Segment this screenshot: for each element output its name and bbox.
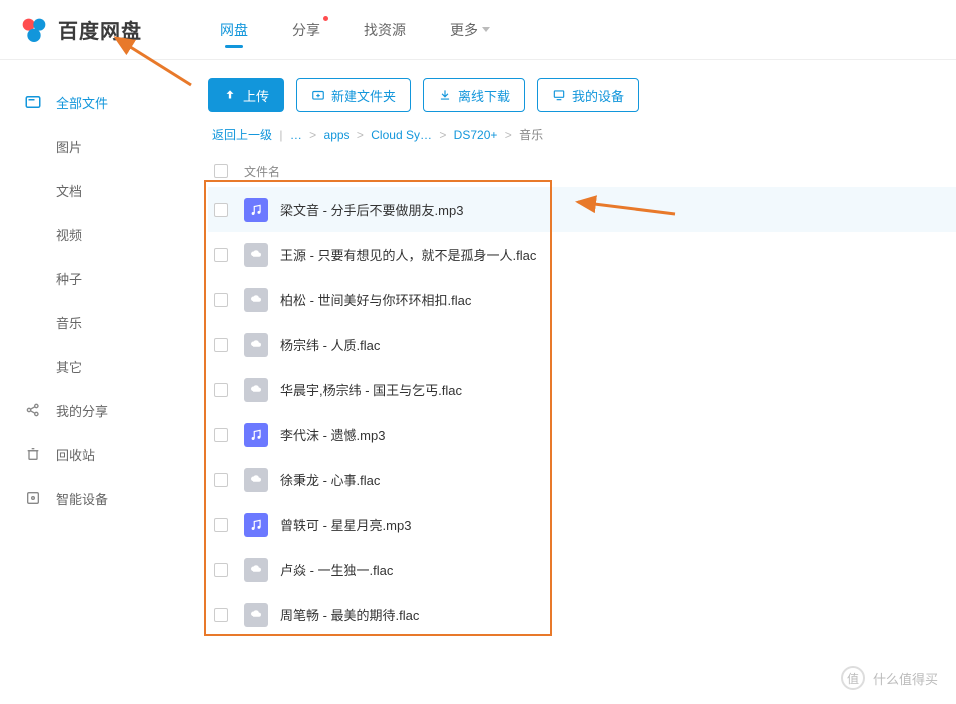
breadcrumb-current: 音乐 — [519, 128, 543, 142]
cloud-file-icon — [244, 333, 268, 357]
table-row[interactable]: 梁文音 - 分手后不要做朋友.mp3 — [208, 187, 956, 232]
trash-icon — [24, 445, 42, 463]
table-row[interactable]: 杨宗纬 - 人质.flac — [208, 322, 956, 367]
main-content: 上传 新建文件夹 离线下载 我的设备 返回上一级 | … > apps > Cl… — [198, 60, 956, 704]
sidebar-item-label: 全部文件 — [56, 93, 108, 112]
brand-name: 百度网盘 — [58, 15, 142, 44]
sidebar-item-recycle[interactable]: 回收站 — [0, 432, 198, 476]
row-checkbox[interactable] — [214, 293, 228, 307]
new-folder-icon — [311, 88, 325, 102]
cloud-file-icon — [244, 468, 268, 492]
top-nav: 网盘 分享 找资源 更多 — [218, 2, 492, 58]
row-checkbox[interactable] — [214, 383, 228, 397]
file-name: 梁文音 - 分手后不要做朋友.mp3 — [280, 200, 463, 219]
file-name: 杨宗纬 - 人质.flac — [280, 335, 380, 354]
music-note-icon — [244, 198, 268, 222]
nav-pan[interactable]: 网盘 — [218, 2, 250, 58]
table-row[interactable]: 徐秉龙 - 心事.flac — [208, 457, 956, 502]
file-name: 曾轶可 - 星星月亮.mp3 — [280, 515, 411, 534]
breadcrumb-back[interactable]: 返回上一级 — [212, 128, 272, 142]
column-name: 文件名 — [244, 163, 280, 180]
breadcrumb: 返回上一级 | … > apps > Cloud Sy… > DS720+ > … — [208, 126, 956, 143]
breadcrumb-part[interactable]: DS720+ — [454, 128, 498, 142]
list-header: 文件名 — [208, 155, 956, 187]
sidebar: 全部文件 图片 文档 视频 种子 音乐 其它 我的分享 回收站 智能设备 — [0, 60, 198, 704]
file-name: 王源 - 只要有想见的人，就不是孤身一人.flac — [280, 245, 536, 264]
breadcrumb-part[interactable]: … — [290, 128, 302, 142]
breadcrumb-part[interactable]: Cloud Sy… — [371, 128, 432, 142]
sidebar-sub-images[interactable]: 图片 — [0, 124, 198, 168]
file-list: 梁文音 - 分手后不要做朋友.mp3 王源 - 只要有想见的人，就不是孤身一人.f… — [208, 187, 956, 637]
sidebar-item-devices[interactable]: 智能设备 — [0, 476, 198, 520]
row-checkbox[interactable] — [214, 203, 228, 217]
sidebar-sub-music[interactable]: 音乐 — [0, 300, 198, 344]
sidebar-sub-videos[interactable]: 视频 — [0, 212, 198, 256]
row-checkbox[interactable] — [214, 608, 228, 622]
file-name: 李代沫 - 遗憾.mp3 — [280, 425, 385, 444]
upload-button[interactable]: 上传 — [208, 78, 284, 112]
sidebar-item-label: 回收站 — [56, 445, 95, 464]
share-icon — [24, 401, 42, 419]
select-all-checkbox[interactable] — [214, 164, 228, 178]
logo[interactable]: 百度网盘 — [18, 14, 198, 46]
file-name: 华晨宇,杨宗纬 - 国王与乞丐.flac — [280, 380, 462, 399]
watermark-icon: 值 — [841, 666, 865, 690]
sidebar-item-myshare[interactable]: 我的分享 — [0, 388, 198, 432]
baidu-pan-logo-icon — [18, 14, 50, 46]
row-checkbox[interactable] — [214, 428, 228, 442]
my-devices-button[interactable]: 我的设备 — [537, 78, 639, 112]
sidebar-item-all-files[interactable]: 全部文件 — [0, 80, 198, 124]
nav-find[interactable]: 找资源 — [362, 2, 408, 58]
music-note-icon — [244, 513, 268, 537]
table-row[interactable]: 王源 - 只要有想见的人，就不是孤身一人.flac — [208, 232, 956, 277]
devices-icon — [552, 88, 566, 102]
nav-share[interactable]: 分享 — [290, 2, 322, 58]
toolbar: 上传 新建文件夹 离线下载 我的设备 — [208, 78, 956, 112]
device-icon — [24, 489, 42, 507]
row-checkbox[interactable] — [214, 338, 228, 352]
cloud-file-icon — [244, 603, 268, 627]
sidebar-sub-other[interactable]: 其它 — [0, 344, 198, 388]
table-row[interactable]: 曾轶可 - 星星月亮.mp3 — [208, 502, 956, 547]
file-name: 卢焱 - 一生独一.flac — [280, 560, 393, 579]
row-checkbox[interactable] — [214, 563, 228, 577]
download-icon — [438, 88, 452, 102]
table-row[interactable]: 周笔畅 - 最美的期待.flac — [208, 592, 956, 637]
cloud-file-icon — [244, 558, 268, 582]
sidebar-sub-torrents[interactable]: 种子 — [0, 256, 198, 300]
cloud-file-icon — [244, 243, 268, 267]
upload-icon — [223, 88, 237, 102]
sidebar-item-label: 我的分享 — [56, 401, 108, 420]
new-folder-button[interactable]: 新建文件夹 — [296, 78, 411, 112]
file-name: 徐秉龙 - 心事.flac — [280, 470, 380, 489]
breadcrumb-part[interactable]: apps — [324, 128, 350, 142]
offline-download-button[interactable]: 离线下载 — [423, 78, 525, 112]
table-row[interactable]: 李代沫 - 遗憾.mp3 — [208, 412, 956, 457]
cloud-file-icon — [244, 288, 268, 312]
sidebar-item-label: 智能设备 — [56, 489, 108, 508]
cloud-file-icon — [244, 378, 268, 402]
row-checkbox[interactable] — [214, 473, 228, 487]
music-note-icon — [244, 423, 268, 447]
header: 百度网盘 网盘 分享 找资源 更多 — [0, 0, 956, 60]
row-checkbox[interactable] — [214, 518, 228, 532]
row-checkbox[interactable] — [214, 248, 228, 262]
file-name: 周笔畅 - 最美的期待.flac — [280, 605, 419, 624]
table-row[interactable]: 华晨宇,杨宗纬 - 国王与乞丐.flac — [208, 367, 956, 412]
sidebar-sub-docs[interactable]: 文档 — [0, 168, 198, 212]
nav-more[interactable]: 更多 — [448, 2, 492, 58]
folder-icon — [24, 93, 42, 111]
file-name: 柏松 - 世间美好与你环环相扣.flac — [280, 290, 471, 309]
chevron-down-icon — [482, 27, 490, 32]
table-row[interactable]: 卢焱 - 一生独一.flac — [208, 547, 956, 592]
watermark: 值 什么值得买 — [841, 666, 938, 690]
table-row[interactable]: 柏松 - 世间美好与你环环相扣.flac — [208, 277, 956, 322]
